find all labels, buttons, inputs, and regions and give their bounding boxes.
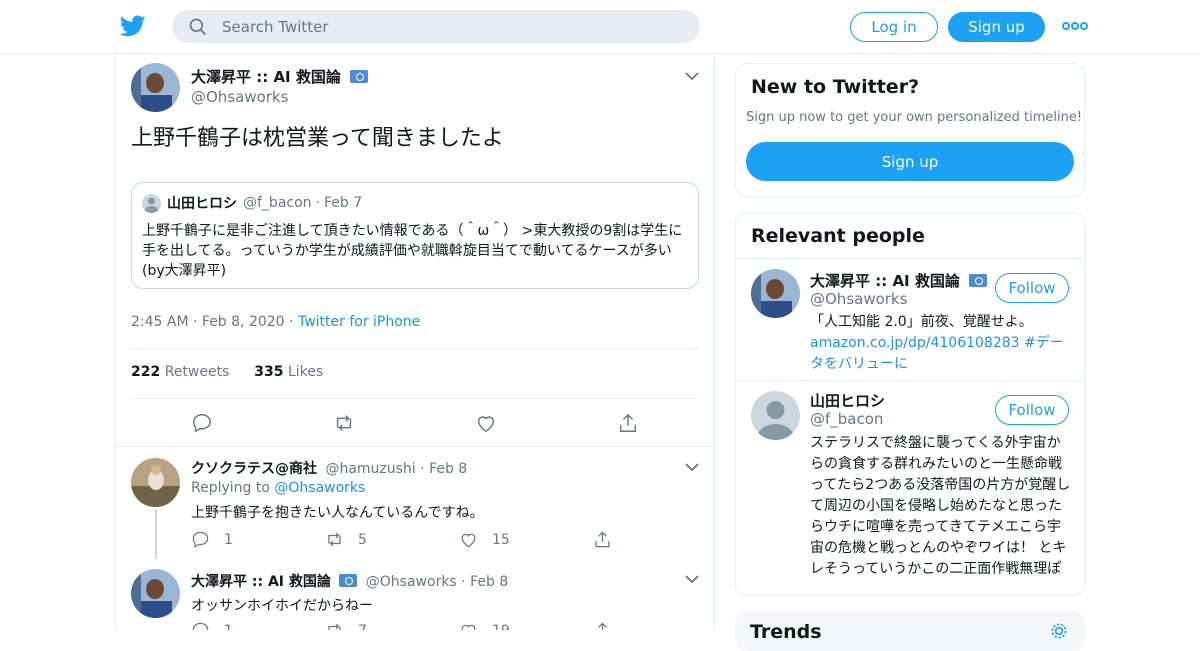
- reply-tweet[interactable]: 大澤昇平 :: AI 救国論 @Ohsaworks · Feb 8 オッサンホイ…: [116, 559, 714, 631]
- reply-author-name[interactable]: クソクラテス@商社: [191, 461, 317, 477]
- likes-label[interactable]: Likes: [288, 364, 323, 380]
- person-bio: 「人工知能 2.0」前夜、覚醒せよ。: [810, 314, 1033, 330]
- trends-card: Trends: [735, 611, 1085, 651]
- reply-tweet[interactable]: クソクラテス@商社 @hamuzushi · Feb 8 Replying to…: [116, 447, 714, 559]
- reply-count: 1: [224, 623, 233, 631]
- retweets-label[interactable]: Retweets: [165, 364, 230, 380]
- retweet-icon[interactable]: [325, 621, 344, 630]
- share-icon[interactable]: [617, 412, 639, 434]
- retweets-count[interactable]: 222: [131, 364, 160, 380]
- avatar[interactable]: [131, 569, 180, 618]
- retweet-icon[interactable]: [325, 530, 344, 549]
- quote-author-handle: @f_bacon: [243, 195, 312, 211]
- like-count: 15: [492, 531, 510, 548]
- avatar[interactable]: [751, 269, 800, 318]
- tweet-text: 上野千鶴子は枕営業って聞きましたよ: [131, 126, 504, 151]
- person-item[interactable]: 山田ヒロシ @f_bacon Follow ステラリスで終盤に襲ってくる外宇宙か…: [736, 381, 1084, 593]
- likes-count[interactable]: 335: [254, 364, 283, 380]
- like-icon[interactable]: [475, 412, 497, 434]
- quoted-tweet[interactable]: 山田ヒロシ @f_bacon · Feb 7 上野千鶴子に是非ご注進して頂きたい…: [131, 182, 699, 289]
- person-name[interactable]: 山田ヒロシ: [810, 392, 885, 410]
- reply-author-handle[interactable]: @hamuzushi: [325, 461, 415, 477]
- reply-actions: 1 5 15: [191, 530, 714, 549]
- search-input[interactable]: [222, 17, 662, 36]
- reply-icon[interactable]: [191, 412, 213, 434]
- share-icon[interactable]: [593, 621, 612, 630]
- login-button[interactable]: Log in: [850, 12, 938, 42]
- author-handle[interactable]: @Ohsaworks: [191, 88, 288, 106]
- like-count: 19: [492, 623, 510, 631]
- chevron-down-icon[interactable]: [684, 459, 700, 475]
- tweet-stats: 222 Retweets 335 Likes: [131, 364, 323, 380]
- tweet-source-link[interactable]: Twitter for iPhone: [298, 314, 420, 330]
- main-column: 大澤昇平 :: AI 救国論 @Ohsaworks 上野千鶴子は枕営業って聞きま…: [115, 54, 715, 630]
- quote-author-name: 山田ヒロシ: [167, 196, 237, 212]
- avatar[interactable]: [131, 63, 180, 112]
- reply-date[interactable]: Feb 8: [429, 461, 467, 477]
- twitter-logo-icon[interactable]: [120, 13, 146, 39]
- divider: [131, 398, 699, 399]
- reply-text: オッサンホイホイだからねー: [191, 598, 373, 614]
- replying-to-label: Replying to: [191, 480, 270, 496]
- divider: [131, 348, 699, 349]
- relevant-people-card: Relevant people 大澤昇平 :: AI 救国論 @Ohsawork…: [735, 212, 1085, 596]
- card-title: Trends: [750, 621, 822, 643]
- chevron-down-icon[interactable]: [684, 68, 700, 84]
- chevron-down-icon[interactable]: [684, 571, 700, 587]
- search-bar[interactable]: [172, 10, 700, 43]
- quote-date: Feb 7: [323, 195, 363, 211]
- gear-icon[interactable]: [1049, 621, 1069, 641]
- tweet-actions: [131, 412, 699, 434]
- retweet-count: 7: [358, 623, 367, 631]
- person-bio: ステラリスで終盤に襲ってくる外宇宙からの貪食する群れみたいのと一生懸命戦ってたら…: [810, 435, 1071, 577]
- thread-line: [155, 509, 157, 559]
- retweet-count: 5: [358, 531, 367, 548]
- person-bio-link[interactable]: amazon.co.jp/dp/4106108283 #データをバリューに: [810, 333, 1070, 375]
- reply-icon[interactable]: [191, 530, 210, 549]
- replying-to-handle[interactable]: @Ohsaworks: [274, 480, 365, 496]
- reply-count: 1: [224, 531, 233, 548]
- badge-icon: [339, 574, 358, 587]
- new-to-twitter-card: New to Twitter? Sign up now to get your …: [735, 63, 1085, 197]
- person-item[interactable]: 大澤昇平 :: AI 救国論 @Ohsaworks Follow 「人工知能 2…: [736, 259, 1084, 380]
- reply-text: 上野千鶴子を抱きたい人なんているんですね。: [191, 505, 484, 521]
- reply-actions: 1 7 19: [191, 621, 714, 631]
- avatar[interactable]: [751, 391, 800, 440]
- like-icon[interactable]: [459, 530, 478, 549]
- top-bar: Log in Sign up: [0, 0, 1200, 54]
- author-name[interactable]: 大澤昇平 :: AI 救国論: [191, 68, 341, 86]
- quote-text: 上野千鶴子に是非ご注進して頂きたい情報である（＾ω＾） >東大教授の9割は学生に…: [142, 223, 683, 279]
- search-icon: [189, 18, 207, 35]
- follow-button[interactable]: Follow: [995, 395, 1069, 425]
- person-name[interactable]: 大澤昇平 :: AI 救国論: [810, 272, 960, 290]
- tweet-date: Feb 8, 2020: [201, 314, 285, 330]
- follow-button[interactable]: Follow: [995, 273, 1069, 303]
- retweet-icon[interactable]: [333, 412, 355, 434]
- tweet-time: 2:45 AM: [131, 314, 189, 330]
- sidebar-signup-button[interactable]: Sign up: [746, 142, 1074, 181]
- badge-icon: [968, 274, 987, 287]
- avatar[interactable]: [131, 458, 180, 507]
- person-handle[interactable]: @f_bacon: [810, 410, 883, 428]
- tweet-meta: 2:45 AM · Feb 8, 2020 · Twitter for iPho…: [131, 314, 421, 330]
- signup-button[interactable]: Sign up: [948, 12, 1045, 42]
- card-title: New to Twitter?: [751, 76, 920, 98]
- avatar: [142, 193, 161, 213]
- card-title: Relevant people: [751, 225, 925, 247]
- person-handle[interactable]: @Ohsaworks: [810, 290, 907, 308]
- more-options-icon[interactable]: [1062, 18, 1088, 34]
- like-icon[interactable]: [459, 621, 478, 630]
- share-icon[interactable]: [593, 530, 612, 549]
- card-subtitle: Sign up now to get your own personalized…: [746, 110, 1083, 125]
- badge-icon: [349, 70, 368, 83]
- reply-author-name[interactable]: 大澤昇平 :: AI 救国論: [191, 574, 331, 590]
- reply-date[interactable]: Feb 8: [470, 574, 508, 590]
- reply-author-handle[interactable]: @Ohsaworks: [366, 574, 457, 590]
- reply-icon[interactable]: [191, 621, 210, 630]
